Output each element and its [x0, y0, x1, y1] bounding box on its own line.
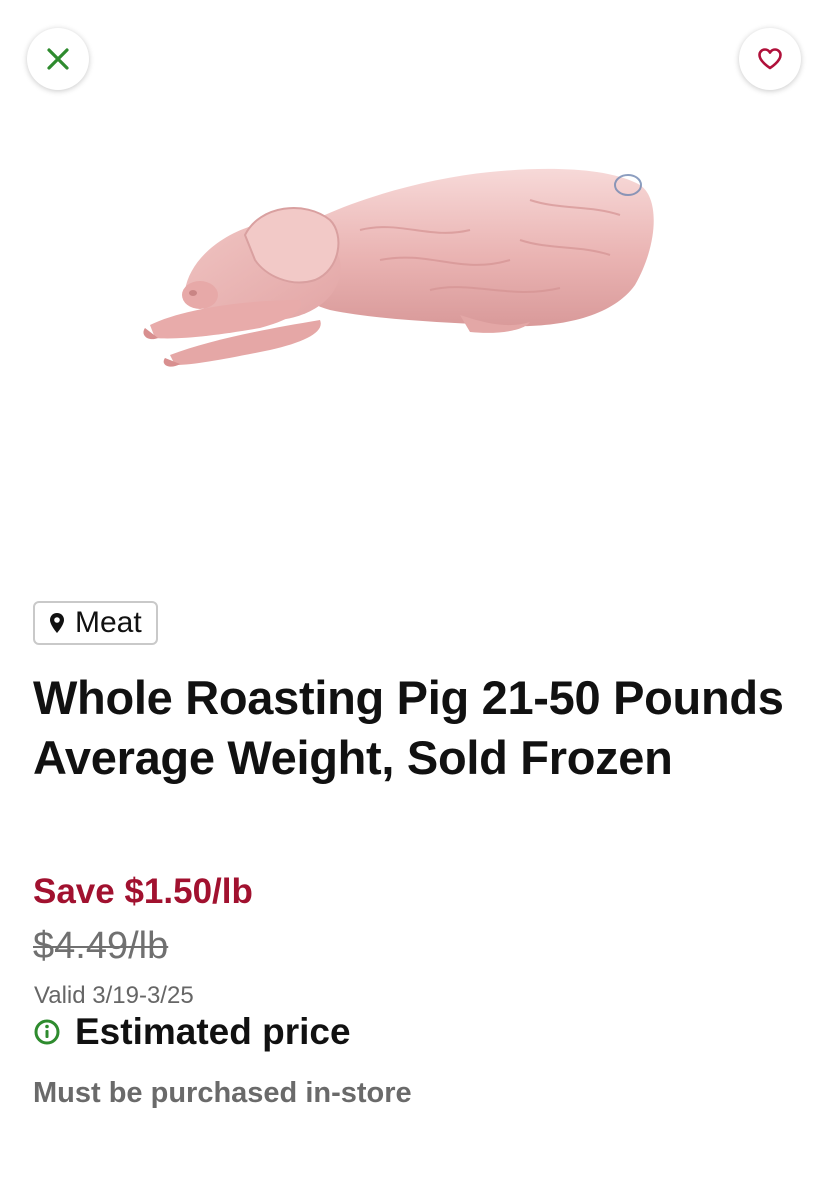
close-icon — [47, 48, 69, 70]
favorite-button[interactable] — [739, 28, 801, 90]
location-pin-icon — [50, 613, 64, 633]
original-price: $4.49/lb — [33, 925, 169, 967]
estimated-price-label: Estimated price — [75, 1011, 351, 1052]
valid-dates: Valid 3/19-3/25 — [34, 982, 194, 1009]
savings-text: Save $1.50/lb — [33, 872, 253, 911]
heart-icon — [758, 48, 782, 70]
purchase-note: Must be purchased in-store — [33, 1077, 412, 1109]
department-tag[interactable]: Meat — [33, 601, 158, 645]
product-detail-page: Meat Whole Roasting Pig 21-50 Pounds Ave… — [0, 0, 828, 1199]
department-label: Meat — [75, 606, 142, 639]
info-icon — [34, 1019, 60, 1045]
product-title: Whole Roasting Pig 21-50 Pounds Average … — [33, 671, 784, 784]
estimated-price-row[interactable]: Estimated price — [33, 1011, 351, 1053]
product-image — [143, 168, 654, 367]
close-button[interactable] — [27, 28, 89, 90]
